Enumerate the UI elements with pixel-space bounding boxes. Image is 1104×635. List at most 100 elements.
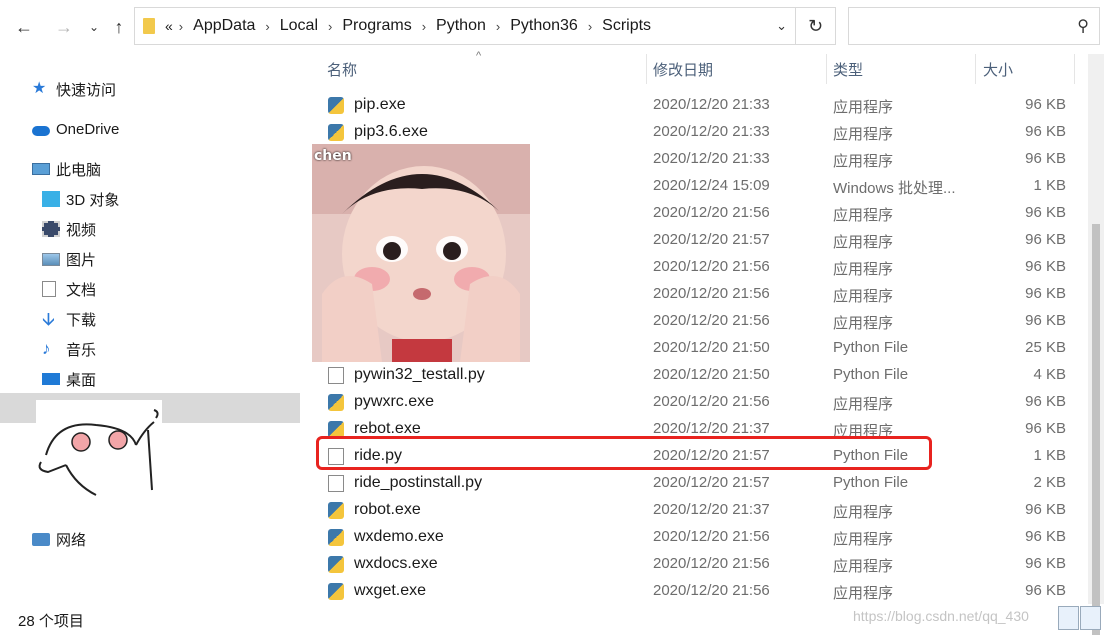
file-name[interactable]: pip3.6.exe	[354, 123, 428, 141]
file-name[interactable]: wxdocs.exe	[354, 555, 438, 573]
desktop-icon	[42, 373, 60, 385]
details-view-icon[interactable]	[1058, 606, 1079, 630]
file-type: Python File	[833, 366, 909, 383]
file-date: 2020/12/20 21:56	[653, 258, 770, 275]
file-size: 1 KB	[1033, 447, 1066, 464]
file-type: 应用程序	[833, 126, 894, 143]
arrow-right-icon: →	[55, 16, 73, 37]
file-size: 25 KB	[1025, 339, 1066, 356]
forward-button[interactable]: →	[52, 14, 76, 40]
column-header-type[interactable]: 类型	[833, 54, 863, 84]
file-name[interactable]: pywxrc.exe	[354, 393, 434, 411]
status-item-count: 28 个项目	[18, 613, 84, 630]
sidebar-item-label: 下载	[66, 311, 97, 329]
file-date: 2020/12/24 15:09	[653, 177, 770, 194]
sidebar-item-onedrive[interactable]: OneDrive	[32, 118, 119, 140]
file-row[interactable]: pywin32_testall.py 2020/12/20 21:50 Python…	[326, 362, 1074, 389]
file-date: 2020/12/20 21:56	[653, 393, 770, 410]
sidebar-item-pictures[interactable]: 图片	[42, 248, 96, 270]
sidebar-item-label: 图片	[66, 251, 97, 269]
up-button[interactable]: ↑	[107, 14, 131, 40]
folder-icon	[143, 18, 155, 34]
file-date: 2020/12/20 21:33	[653, 96, 770, 113]
file-row[interactable]: robot.exe 2020/12/20 21:37 应用程序 96 KB	[326, 497, 1074, 524]
file-row[interactable]: pip3.6.exe 2020/12/20 21:33 应用程序 96 KB	[326, 119, 1074, 146]
file-size: 2 KB	[1033, 474, 1066, 491]
file-size: 4 KB	[1033, 366, 1066, 383]
chevron-right-icon: ›	[421, 18, 427, 34]
file-date: 2020/12/20 21:56	[653, 204, 770, 221]
search-icon: ⚲	[1077, 18, 1089, 35]
address-dropdown-icon[interactable]: ⌄	[776, 18, 787, 34]
file-row[interactable]: ride_postinstall.py 2020/12/20 21:57 Pytho…	[326, 470, 1074, 497]
breadcrumb-python[interactable]: Python	[436, 17, 486, 35]
sidebar-item-documents[interactable]: 文档	[42, 278, 96, 300]
file-date: 2020/12/20 21:37	[653, 501, 770, 518]
file-size: 96 KB	[1025, 393, 1066, 410]
sidebar-item-network[interactable]: 网络	[32, 528, 86, 550]
search-input[interactable]: ⚲	[848, 7, 1100, 45]
address-bar[interactable]: « › AppData › Local › Programs › Python …	[134, 7, 796, 45]
file-name[interactable]: pip.exe	[354, 96, 406, 114]
picture-icon	[42, 252, 60, 266]
python-exe-icon	[328, 556, 344, 573]
file-size: 96 KB	[1025, 420, 1066, 437]
column-divider[interactable]	[646, 54, 647, 84]
file-name[interactable]: robot.exe	[354, 501, 421, 519]
file-type: 应用程序	[833, 585, 894, 602]
download-icon: 🡫	[42, 309, 55, 329]
breadcrumb-appdata[interactable]: AppData	[193, 17, 255, 35]
sidebar-item-label: 快速访问	[56, 81, 117, 99]
computer-icon	[32, 163, 50, 175]
sidebar-item-this-pc[interactable]: 此电脑	[32, 158, 101, 180]
sidebar-item-desktop[interactable]: 桌面	[42, 368, 96, 390]
column-header-date[interactable]: 修改日期	[653, 54, 713, 84]
file-size: 96 KB	[1025, 231, 1066, 248]
sidebar-item-music[interactable]: ♪ 音乐	[42, 338, 96, 360]
back-button[interactable]: ←	[12, 14, 36, 40]
column-divider[interactable]	[826, 54, 827, 84]
file-name[interactable]: wxdemo.exe	[354, 528, 444, 546]
sidebar-item-quick-access[interactable]: ★ 快速访问	[32, 78, 116, 100]
file-row[interactable]: pywxrc.exe 2020/12/20 21:56 应用程序 96 KB	[326, 389, 1074, 416]
column-header-size[interactable]: 大小	[983, 54, 1013, 84]
refresh-button[interactable]: ↻	[796, 7, 836, 45]
column-divider[interactable]	[1074, 54, 1075, 84]
sidebar-item-3d-objects[interactable]: 3D 对象	[42, 188, 119, 210]
music-note-icon: ♪	[42, 339, 51, 358]
file-size: 96 KB	[1025, 555, 1066, 572]
film-icon	[42, 221, 60, 237]
vertical-scrollbar[interactable]	[1088, 54, 1104, 635]
sidebar-item-videos[interactable]: 视频	[42, 218, 96, 240]
column-divider[interactable]	[975, 54, 976, 84]
sort-ascending-icon: ^	[476, 50, 482, 62]
file-size: 96 KB	[1025, 285, 1066, 302]
file-name[interactable]: pywin32_testall.py	[354, 366, 485, 384]
sidebar-item-downloads[interactable]: 🡫 下载	[42, 308, 96, 330]
file-row[interactable]: wxdemo.exe 2020/12/20 21:56 应用程序 96 KB	[326, 524, 1074, 551]
breadcrumb-scripts[interactable]: Scripts	[602, 17, 651, 35]
navigation-pane: ★ 快速访问 OneDrive 此电脑 3D 对象 视频 图片 文档 🡫 下载 …	[0, 54, 302, 604]
sidebar-item-label: 桌面	[66, 371, 97, 389]
file-size: 1 KB	[1033, 177, 1066, 194]
photo-graphic	[312, 144, 530, 362]
file-size: 96 KB	[1025, 123, 1066, 140]
file-row[interactable]: wxget.exe 2020/12/20 21:56 应用程序 96 KB	[326, 578, 1074, 605]
file-row[interactable]: pip.exe 2020/12/20 21:33 应用程序 96 KB	[326, 92, 1074, 119]
breadcrumb-programs[interactable]: Programs	[342, 17, 411, 35]
breadcrumb-overflow[interactable]: «	[165, 18, 173, 34]
sticker-graphic	[38, 409, 159, 496]
column-header-name[interactable]: 名称	[327, 54, 357, 84]
recent-locations-button[interactable]: ⌄	[82, 14, 106, 40]
file-name[interactable]: wxget.exe	[354, 582, 426, 600]
file-type: 应用程序	[833, 234, 894, 251]
file-size: 96 KB	[1025, 501, 1066, 518]
file-name[interactable]: ride_postinstall.py	[354, 474, 482, 492]
chevron-right-icon: ›	[328, 18, 333, 34]
breadcrumb-local[interactable]: Local	[280, 17, 318, 35]
scrollbar-thumb[interactable]	[1092, 224, 1100, 635]
breadcrumb-python36[interactable]: Python36	[510, 17, 578, 35]
large-icons-view-icon[interactable]	[1080, 606, 1101, 630]
arrow-left-icon: ←	[15, 16, 33, 37]
file-row[interactable]: wxdocs.exe 2020/12/20 21:56 应用程序 96 KB	[326, 551, 1074, 578]
